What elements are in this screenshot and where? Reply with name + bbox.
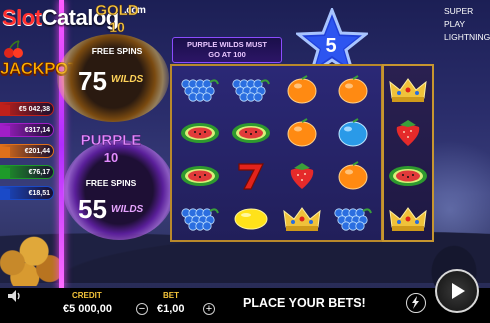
game-stage: SlotCatalog .com JACKPOT €5 042,38 €317,1… xyxy=(0,0,490,323)
jackpot-tier-value: €201,44 xyxy=(24,148,50,155)
bet-decrease-button[interactable]: − xyxy=(136,303,148,315)
purple-wilds-banner: PURPLE WILDS MUST GO AT 100 xyxy=(172,37,282,63)
reel-symbol-watermelon xyxy=(176,156,224,196)
reel-symbol-seven xyxy=(227,156,275,196)
jackpot-gem-icon xyxy=(1,168,10,178)
gold-bonus-count: 10 xyxy=(109,19,125,35)
reel-symbol-crown xyxy=(278,199,326,239)
bet-label: BET xyxy=(163,291,179,300)
purple-wilds-number: 55 xyxy=(78,194,107,224)
credit-label: CREDIT xyxy=(72,291,102,300)
extra-reel-symbol-crown xyxy=(384,199,432,239)
reel-symbol-grapes xyxy=(329,199,377,239)
reel-symbol-plum xyxy=(329,113,377,153)
jackpot-gem-icon xyxy=(1,147,10,157)
jackpot-tier-value: €18,51 xyxy=(28,190,50,197)
jackpot-tier-value: €5 042,38 xyxy=(18,106,50,113)
jackpot-tier: €18,51 xyxy=(0,186,54,200)
reel-symbol-orange xyxy=(329,70,377,110)
purple-wilds-label: WILDS xyxy=(111,204,144,215)
speaker-icon[interactable] xyxy=(7,289,23,303)
reel-symbol-orange xyxy=(329,156,377,196)
jackpot-tier: €201,44 xyxy=(0,144,54,158)
reel-symbol-lemon xyxy=(227,199,275,239)
gold-free-spins: FREE SPINS xyxy=(91,46,143,56)
status-message: PLACE YOUR BETS! xyxy=(243,296,366,310)
cherry-icon xyxy=(4,40,23,58)
jackpot-tier: €76,17 xyxy=(0,165,54,179)
reel-symbol-orange xyxy=(278,70,326,110)
autoplay-lightning-icon xyxy=(412,296,419,309)
jackpot-tier: €5 042,38 xyxy=(0,102,54,116)
jackpot-tier-value: €317,14 xyxy=(24,127,50,134)
reel-symbol-grapes xyxy=(227,70,275,110)
spin-icon[interactable] xyxy=(452,283,465,299)
banner-line-1: PURPLE WILDS MUST xyxy=(187,40,267,49)
purple-free-spins: FREE SPINS xyxy=(85,178,137,188)
jackpot-gem-icon xyxy=(1,126,10,136)
extra-reel-symbol-strawberry xyxy=(384,113,432,153)
purple-lightning-beam xyxy=(59,0,64,290)
gold-bonus-label: GOLD xyxy=(95,2,139,19)
gold-wilds-number: 75 xyxy=(78,66,107,96)
autoplay-icon[interactable] xyxy=(406,293,426,313)
bet-increase-button[interactable]: + xyxy=(203,303,215,315)
purple-bonus-count: 10 xyxy=(103,150,119,165)
banner-line-2: GO AT 100 xyxy=(208,50,246,59)
game-title-corner: SUPER PLAY LIGHTNING xyxy=(444,5,490,44)
jackpot-tier: €317,14 xyxy=(0,123,54,137)
reel-symbol-watermelon xyxy=(227,113,275,153)
reel-symbol-strawberry xyxy=(278,156,326,196)
reel-symbol-orange xyxy=(278,113,326,153)
gold-wilds-label: WILDS xyxy=(111,74,144,85)
reel-symbol-watermelon xyxy=(176,113,224,153)
corner-line-1: SUPER PLAY xyxy=(444,6,474,29)
jackpot-gem-icon xyxy=(1,189,10,199)
jackpot-gem-icon xyxy=(1,105,10,115)
jackpot-tier-value: €76,17 xyxy=(28,169,50,176)
extra-reel xyxy=(382,64,434,242)
extra-reel-symbol-crown xyxy=(384,70,432,110)
purple-bonus-label: PURPLE xyxy=(80,132,142,149)
bet-value: €1,00 xyxy=(157,303,185,315)
corner-line-2: LIGHTNING xyxy=(444,32,490,42)
credit-value: €5 000,00 xyxy=(63,303,112,315)
reel-grid xyxy=(170,64,383,242)
extra-reel-symbol-watermelon xyxy=(384,156,432,196)
reel-symbol-grapes xyxy=(176,70,224,110)
star-counter: 5 xyxy=(325,35,337,57)
logo-slot: Slot xyxy=(2,5,42,30)
gold-coins-pile xyxy=(0,228,62,286)
reel-symbol-grapes xyxy=(176,199,224,239)
